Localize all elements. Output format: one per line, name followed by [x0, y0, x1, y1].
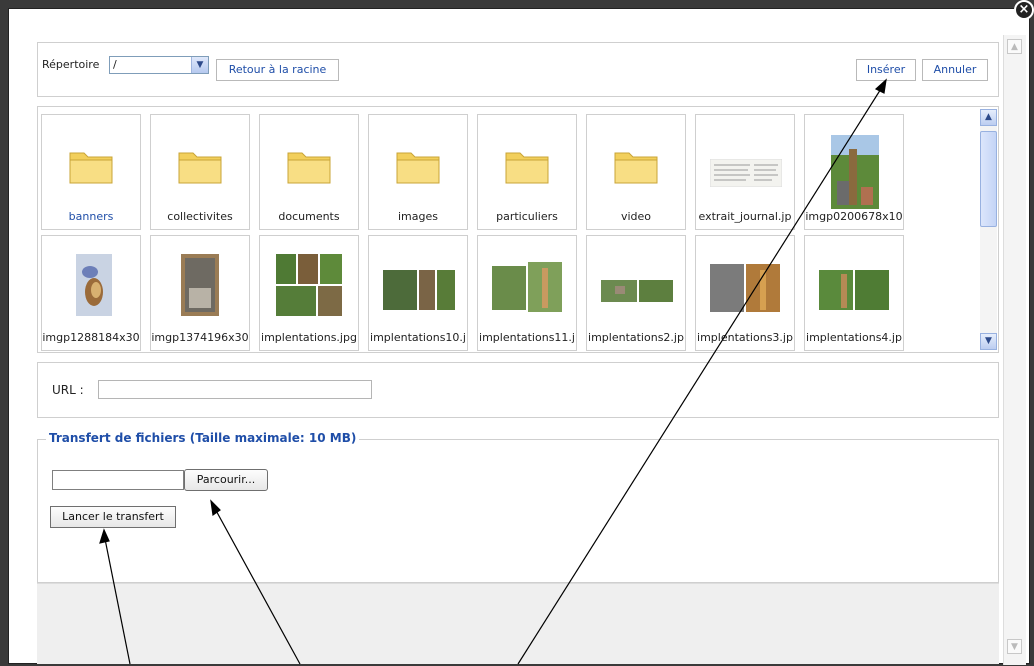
url-input[interactable] [98, 380, 372, 399]
close-icon[interactable]: × [1014, 0, 1034, 20]
file-name: implentations2.jp [588, 331, 684, 344]
url-label: URL : [52, 383, 84, 397]
photo-thumbnail [76, 254, 112, 316]
file-name: implentations10.j [370, 331, 466, 344]
toolbar: Répertoire / ▼ Retour à la racine Insére… [37, 42, 999, 97]
image-item[interactable]: implentations2.jp [586, 235, 686, 351]
folder-item[interactable]: images [368, 114, 468, 230]
folder-icon [396, 152, 440, 184]
file-name: images [398, 210, 438, 223]
file-name: video [620, 210, 652, 223]
file-name: imgp1374196x30 [151, 331, 249, 344]
file-name: collectivites [167, 210, 233, 223]
folder-icon [505, 152, 549, 184]
photo-thumbnail [831, 135, 879, 209]
photo-thumbnail [276, 254, 342, 316]
browse-button[interactable]: Parcourir... [184, 469, 268, 491]
chevron-down-icon[interactable]: ▼ [191, 57, 208, 73]
image-item[interactable]: extrait_journal.jp [695, 114, 795, 230]
file-name: extrait_journal.jp [698, 210, 792, 223]
document-thumbnail [710, 159, 782, 187]
image-item[interactable]: imgp1374196x30 [150, 235, 250, 351]
photo-thumbnail [492, 262, 564, 312]
scroll-up-icon[interactable]: ▲ [980, 109, 997, 126]
file-name: imgp1288184x30 [42, 331, 140, 344]
file-name: banners [68, 210, 114, 223]
file-name: implentations3.jp [697, 331, 793, 344]
insert-button[interactable]: Insérer [856, 59, 916, 81]
folder-icon [69, 152, 113, 184]
transfer-fieldset: Transfert de fichiers (Taille maximale: … [37, 431, 999, 583]
image-item[interactable]: imgp0200678x10 [804, 114, 904, 230]
image-item[interactable]: imgp1288184x30 [41, 235, 141, 351]
image-item[interactable]: implentations3.jp [695, 235, 795, 351]
directory-select[interactable]: / ▼ [109, 56, 209, 74]
file-name: implentations.jpg [261, 331, 357, 344]
file-grid: banners collectivites documents images p… [37, 106, 999, 353]
file-name: implentations11.j [479, 331, 575, 344]
grid-scrollbar[interactable]: ▲ ▼ [980, 109, 997, 350]
folder-icon [178, 152, 222, 184]
url-panel: URL : [37, 362, 999, 418]
folder-item[interactable]: documents [259, 114, 359, 230]
photo-thumbnail [819, 268, 891, 312]
photo-thumbnail [710, 262, 782, 314]
image-item[interactable]: implentations4.jp [804, 235, 904, 351]
file-name: implentations4.jp [806, 331, 902, 344]
file-name: documents [278, 210, 340, 223]
folder-item[interactable]: particuliers [477, 114, 577, 230]
folder-item[interactable]: banners [41, 114, 141, 230]
folder-item[interactable]: video [586, 114, 686, 230]
file-path-input[interactable] [52, 470, 184, 490]
image-item[interactable]: implentations11.j [477, 235, 577, 351]
folder-item[interactable]: collectivites [150, 114, 250, 230]
file-name: particuliers [496, 210, 558, 223]
photo-thumbnail [383, 268, 455, 312]
upload-button[interactable]: Lancer le transfert [50, 506, 176, 528]
directory-label: Répertoire [42, 58, 100, 71]
root-button[interactable]: Retour à la racine [216, 59, 339, 81]
scroll-down-icon[interactable]: ▼ [980, 333, 997, 350]
file-name: imgp0200678x10 [805, 210, 903, 223]
image-item[interactable]: implentations10.j [368, 235, 468, 351]
photo-thumbnail [181, 254, 219, 316]
folder-icon [287, 152, 331, 184]
dialog-footer [37, 583, 999, 664]
scroll-down-icon[interactable]: ▼ [1007, 639, 1022, 654]
directory-value: / [113, 58, 117, 71]
dialog-scrollbar[interactable]: ▲ ▼ [1003, 35, 1026, 665]
image-manager-dialog: Répertoire / ▼ Retour à la racine Insére… [8, 8, 1030, 665]
cancel-button[interactable]: Annuler [922, 59, 988, 81]
scroll-thumb[interactable] [980, 131, 997, 227]
folder-icon [614, 152, 658, 184]
photo-thumbnail [601, 276, 673, 306]
transfer-legend: Transfert de fichiers (Taille maximale: … [46, 431, 360, 445]
scroll-up-icon[interactable]: ▲ [1007, 39, 1022, 54]
image-item[interactable]: implentations.jpg [259, 235, 359, 351]
